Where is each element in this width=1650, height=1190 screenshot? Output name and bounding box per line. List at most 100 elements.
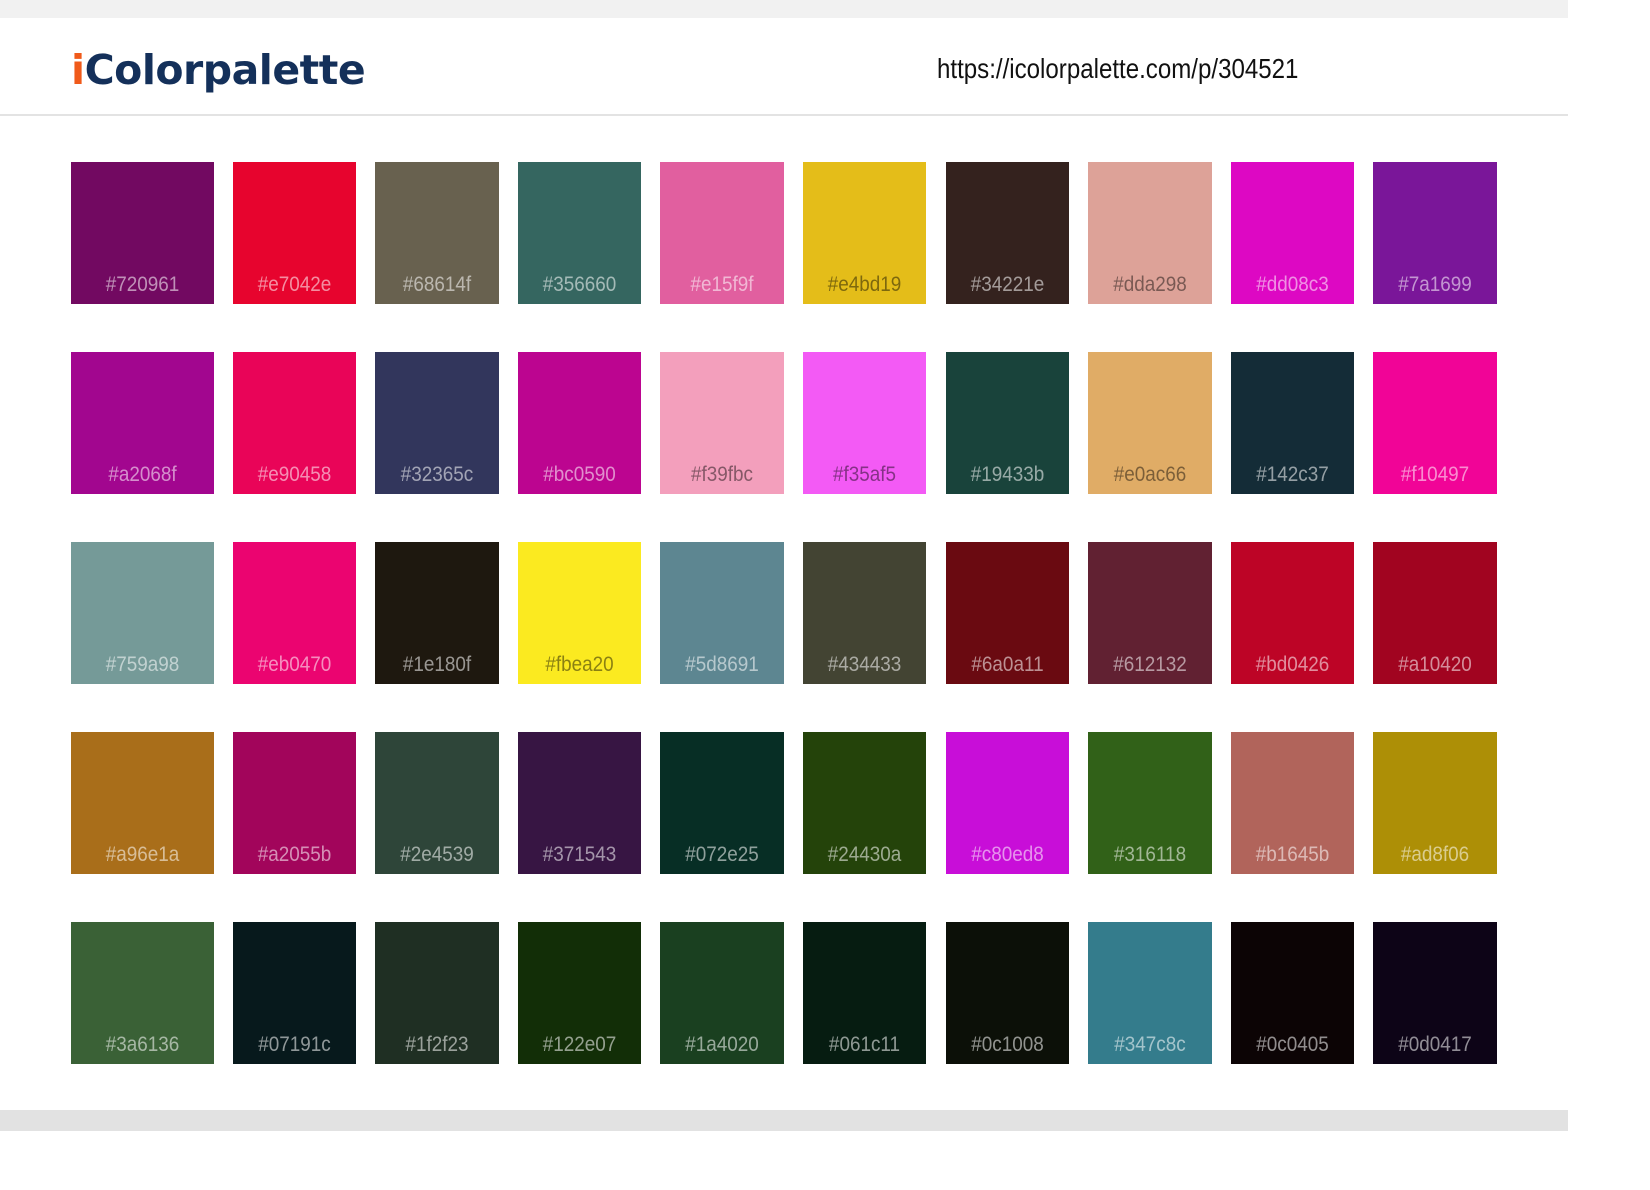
- color-swatch[interactable]: #a2055b: [233, 732, 356, 874]
- swatch-hex-label: #0c1008: [971, 1033, 1044, 1056]
- swatch-hex-label: #b1645b: [1255, 843, 1330, 866]
- page: iColorpalette https://icolorpalette.com/…: [0, 0, 1568, 1131]
- swatch-hex-label: #a96e1a: [105, 843, 180, 866]
- bottom-band: [0, 1110, 1568, 1131]
- swatch-hex-label: #24430a: [827, 843, 902, 866]
- color-swatch[interactable]: #2e4539: [375, 732, 499, 874]
- color-swatch[interactable]: #f39fbc: [660, 352, 784, 494]
- color-swatch[interactable]: #1a4020: [660, 922, 784, 1064]
- swatch-hex-label: #34221e: [970, 273, 1045, 296]
- swatch-hex-label: #1f2f23: [405, 1033, 469, 1056]
- color-swatch[interactable]: #5d8691: [660, 542, 784, 684]
- color-swatch[interactable]: #fbea20: [518, 542, 641, 684]
- color-swatch[interactable]: #122e07: [518, 922, 641, 1064]
- swatch-hex-label: #122e07: [542, 1033, 617, 1056]
- color-swatch[interactable]: #a96e1a: [71, 732, 214, 874]
- swatch-grid: #720961 #e7042e #68614f #356660 #e15f9f #e4bd…: [0, 0, 1568, 1131]
- swatch-hex-label: #371543: [542, 843, 617, 866]
- color-swatch[interactable]: #072e25: [660, 732, 784, 874]
- swatch-hex-label: #32365c: [400, 463, 474, 486]
- color-swatch[interactable]: #1e180f: [375, 542, 499, 684]
- color-swatch[interactable]: #e90458: [233, 352, 356, 494]
- swatch-hex-label: #347c8c: [1114, 1033, 1186, 1056]
- swatch-hex-label: #dd08c3: [1256, 273, 1329, 296]
- swatch-hex-label: #19433b: [970, 463, 1045, 486]
- swatch-hex-label: #a2055b: [257, 843, 332, 866]
- color-swatch[interactable]: #68614f: [375, 162, 499, 304]
- swatch-hex-label: #f10497: [1400, 463, 1470, 486]
- color-swatch[interactable]: #bd0426: [1231, 542, 1354, 684]
- color-swatch[interactable]: #07191c: [233, 922, 356, 1064]
- color-swatch[interactable]: #c80ed8: [946, 732, 1069, 874]
- swatch-hex-label: #061c11: [828, 1033, 901, 1056]
- swatch-hex-label: #0d0417: [1398, 1033, 1472, 1056]
- swatch-hex-label: #e0ac66: [1113, 463, 1187, 486]
- color-swatch[interactable]: #a2068f: [71, 352, 214, 494]
- swatch-hex-label: #e90458: [257, 463, 332, 486]
- color-swatch[interactable]: #e15f9f: [660, 162, 784, 304]
- color-swatch[interactable]: #3a6136: [71, 922, 214, 1064]
- swatch-hex-label: #68614f: [402, 273, 472, 296]
- color-swatch[interactable]: #720961: [71, 162, 214, 304]
- color-swatch[interactable]: #19433b: [946, 352, 1069, 494]
- color-swatch[interactable]: #142c37: [1231, 352, 1354, 494]
- color-swatch[interactable]: #371543: [518, 732, 641, 874]
- swatch-hex-label: #720961: [105, 273, 180, 296]
- swatch-hex-label: #5d8691: [685, 653, 759, 676]
- swatch-hex-label: #6a0a11: [971, 653, 1044, 676]
- color-swatch[interactable]: #b1645b: [1231, 732, 1354, 874]
- swatch-hex-label: #dda298: [1113, 273, 1187, 296]
- swatch-hex-label: #f39fbc: [690, 463, 753, 486]
- swatch-hex-label: #072e25: [685, 843, 759, 866]
- swatch-hex-label: #e15f9f: [690, 273, 754, 296]
- color-swatch[interactable]: #0d0417: [1373, 922, 1497, 1064]
- color-swatch[interactable]: #f10497: [1373, 352, 1497, 494]
- color-swatch[interactable]: #eb0470: [233, 542, 356, 684]
- color-swatch[interactable]: #24430a: [803, 732, 926, 874]
- color-swatch[interactable]: #bc0590: [518, 352, 641, 494]
- swatch-hex-label: #1a4020: [685, 1033, 759, 1056]
- color-swatch[interactable]: #434433: [803, 542, 926, 684]
- color-swatch[interactable]: #316118: [1088, 732, 1212, 874]
- swatch-hex-label: #1e180f: [402, 653, 472, 676]
- swatch-hex-label: #c80ed8: [971, 843, 1044, 866]
- swatch-hex-label: #bc0590: [543, 463, 616, 486]
- color-swatch[interactable]: #6a0a11: [946, 542, 1069, 684]
- color-swatch[interactable]: #0c1008: [946, 922, 1069, 1064]
- color-swatch[interactable]: #7a1699: [1373, 162, 1497, 304]
- swatch-hex-label: #2e4539: [400, 843, 474, 866]
- color-swatch[interactable]: #34221e: [946, 162, 1069, 304]
- color-swatch[interactable]: #759a98: [71, 542, 214, 684]
- color-swatch[interactable]: #f35af5: [803, 352, 926, 494]
- swatch-hex-label: #759a98: [105, 653, 180, 676]
- swatch-hex-label: #356660: [542, 273, 617, 296]
- swatch-hex-label: #316118: [1113, 843, 1187, 866]
- swatch-hex-label: #0c0405: [1256, 1033, 1329, 1056]
- swatch-hex-label: #142c37: [1256, 463, 1329, 486]
- color-swatch[interactable]: #1f2f23: [375, 922, 499, 1064]
- color-swatch[interactable]: #356660: [518, 162, 641, 304]
- swatch-hex-label: #ad8f06: [1400, 843, 1470, 866]
- swatch-hex-label: #3a6136: [105, 1033, 180, 1056]
- swatch-hex-label: #f35af5: [832, 463, 897, 486]
- color-swatch[interactable]: #a10420: [1373, 542, 1497, 684]
- color-swatch[interactable]: #dda298: [1088, 162, 1212, 304]
- color-swatch[interactable]: #612132: [1088, 542, 1212, 684]
- swatch-hex-label: #e7042e: [257, 273, 332, 296]
- swatch-hex-label: #7a1699: [1398, 273, 1472, 296]
- color-swatch[interactable]: #0c0405: [1231, 922, 1354, 1064]
- swatch-hex-label: #bd0426: [1255, 653, 1330, 676]
- color-swatch[interactable]: #347c8c: [1088, 922, 1212, 1064]
- color-swatch[interactable]: #e4bd19: [803, 162, 926, 304]
- color-swatch[interactable]: #32365c: [375, 352, 499, 494]
- color-swatch[interactable]: #e7042e: [233, 162, 356, 304]
- swatch-hex-label: #07191c: [258, 1033, 331, 1056]
- color-swatch[interactable]: #e0ac66: [1088, 352, 1212, 494]
- swatch-hex-label: #e4bd19: [827, 273, 902, 296]
- swatch-hex-label: #a10420: [1398, 653, 1472, 676]
- swatch-hex-label: #eb0470: [257, 653, 332, 676]
- color-swatch[interactable]: #ad8f06: [1373, 732, 1497, 874]
- color-swatch[interactable]: #061c11: [803, 922, 926, 1064]
- color-swatch[interactable]: #dd08c3: [1231, 162, 1354, 304]
- swatch-hex-label: #434433: [827, 653, 902, 676]
